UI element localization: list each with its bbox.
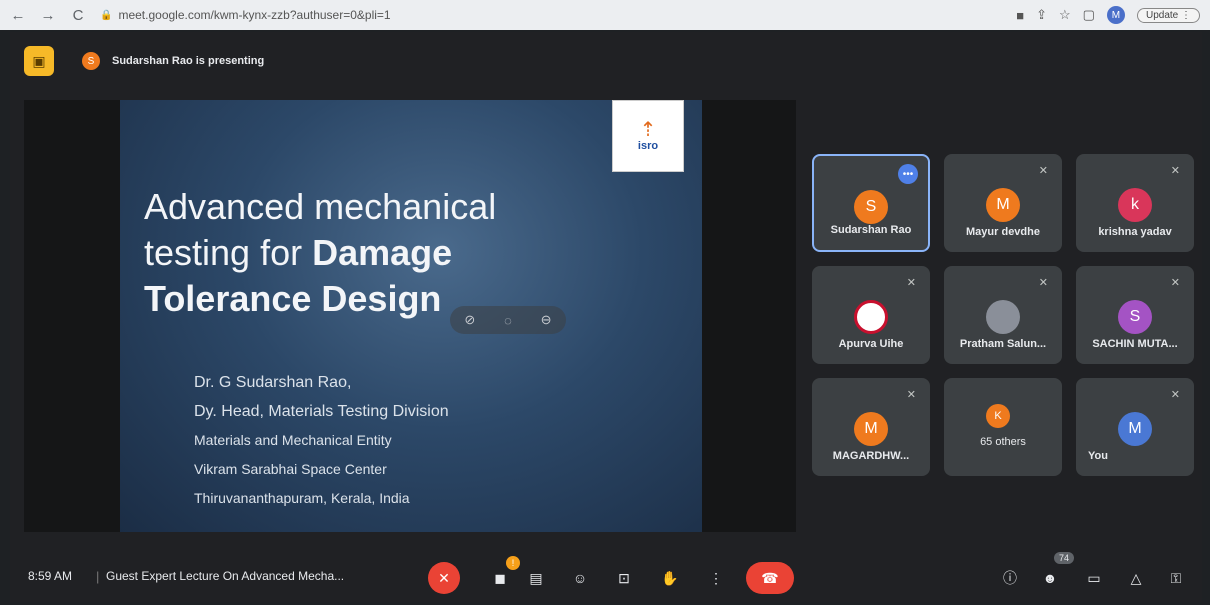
present-button[interactable]: ⊡ — [608, 562, 640, 594]
emoji-button[interactable]: ☺ — [564, 562, 596, 594]
remove-icon[interactable]: ⊖ — [541, 312, 552, 328]
title-line-1: Advanced mechanical — [144, 186, 497, 227]
presenting-status: Sudarshan Rao is presenting — [112, 55, 265, 67]
title-line-2-normal: testing for — [144, 232, 313, 273]
participant-tile[interactable]: ✕ S SACHIN MUTA... — [1076, 266, 1194, 364]
warning-badge: ! — [506, 556, 520, 570]
slide-title: Advanced mechanical testing for Damage T… — [144, 184, 644, 322]
info-line-3: Materials and Mechanical Entity — [194, 432, 392, 448]
mic-off-icon: ✕ — [906, 389, 916, 401]
pin-off-icon[interactable]: ⊘ — [464, 312, 475, 328]
clock: 8:59 AM — [28, 569, 73, 583]
url-text: meet.google.com/kwm-kynx-zzb?authuser=0&… — [118, 8, 391, 22]
presenter-bar: ▣ S Sudarshan Rao is presenting — [24, 46, 264, 76]
activities-button[interactable]: △ — [1120, 562, 1152, 594]
raise-hand-button[interactable]: ✋ — [654, 562, 686, 594]
avatar: M — [1118, 412, 1152, 446]
title-line-3: Tolerance Design — [144, 278, 442, 319]
mute-presenter-icon[interactable]: ◌ — [504, 313, 512, 328]
bottom-control-bar: 8:59 AM | Guest Expert Lecture On Advanc… — [10, 550, 1202, 602]
avatar: M — [854, 412, 888, 446]
mic-off-icon: ✕ — [1170, 389, 1180, 401]
people-count-badge: 74 — [1054, 552, 1075, 564]
back-icon[interactable]: ← — [10, 7, 26, 24]
participant-name: You — [1088, 450, 1108, 462]
mic-off-icon: ✕ — [1170, 277, 1180, 289]
mic-off-button[interactable]: ✕ — [428, 562, 460, 594]
participant-name: MAGARDHW... — [832, 450, 910, 462]
mic-off-icon: ✕ — [1170, 165, 1180, 177]
participant-name: Mayur devdhe — [966, 226, 1040, 238]
reload-icon[interactable]: C — [70, 7, 86, 24]
rocket-icon: ⇡ — [639, 119, 657, 141]
present-screen-icon[interactable]: ▣ — [24, 46, 54, 76]
title-line-2-bold: Damage — [312, 232, 453, 273]
info-line-5: Thiruvananthapuram, Kerala, India — [194, 490, 410, 506]
slide: ⇡ isro Advanced mechanical testing for D… — [120, 100, 702, 532]
profile-avatar[interactable]: M — [1106, 6, 1125, 24]
isro-logo: ⇡ isro — [612, 100, 684, 172]
meet-window: ▣ S Sudarshan Rao is presenting ⇡ isro A… — [10, 32, 1202, 602]
share-icon[interactable]: ⇪ — [1036, 7, 1047, 23]
info-line-2: Dy. Head, Materials Testing Division — [194, 403, 449, 420]
camera-button[interactable]: ◼! — [484, 556, 520, 594]
title-line-2: testing for Damage — [144, 230, 644, 276]
self-tile[interactable]: ✕ M You — [1076, 378, 1194, 476]
mic-off-icon: ✕ — [1038, 165, 1048, 177]
address-bar[interactable]: 🔒 meet.google.com/kwm-kynx-zzb?authuser=… — [100, 8, 1002, 22]
avatar: M — [986, 188, 1020, 222]
meeting-details-button[interactable]: ⓘ — [994, 562, 1026, 594]
presentation-hover-controls: ⊘ ◌ ⊖ — [450, 306, 566, 334]
profile-photo-avatar — [986, 300, 1020, 334]
bookmark-star-icon[interactable]: ☆ — [1059, 7, 1071, 23]
participant-tile[interactable]: ••• S Sudarshan Rao — [812, 154, 930, 252]
people-button[interactable]: ☻ — [1034, 562, 1066, 594]
info-line-4: Vikram Sarabhai Space Center — [194, 461, 387, 477]
participant-name: SACHIN MUTA... — [1092, 338, 1178, 350]
separator: | — [96, 568, 100, 584]
presentation-stage: ⇡ isro Advanced mechanical testing for D… — [24, 100, 796, 532]
host-controls-button[interactable]: ⚿ — [1160, 562, 1192, 594]
slide-info: Dr. G Sudarshan Rao, Dy. Head, Materials… — [194, 368, 449, 513]
forward-icon[interactable]: → — [40, 7, 56, 24]
lock-icon: 🔒 — [100, 9, 113, 21]
camera-icon[interactable]: ■ — [1016, 8, 1024, 23]
others-tile[interactable]: K 65 others — [944, 378, 1062, 476]
chat-button[interactable]: ▭ — [1078, 562, 1110, 594]
others-count: 65 others — [980, 436, 1026, 448]
participant-tile[interactable]: ✕ M Mayur devdhe — [944, 154, 1062, 252]
profile-photo-avatar — [854, 300, 888, 334]
meeting-title: Guest Expert Lecture On Advanced Mecha..… — [106, 569, 345, 583]
update-button[interactable]: Update ⋮ — [1136, 7, 1200, 23]
logo-text: isro — [637, 140, 659, 152]
update-label: Update — [1145, 9, 1179, 21]
participant-name: krishna yadav — [1098, 226, 1172, 238]
leave-call-button[interactable]: ☎ — [746, 562, 794, 594]
mic-off-icon: ✕ — [1038, 277, 1048, 289]
participant-tile[interactable]: ✕ Apurva Uihe — [812, 266, 930, 364]
more-options-button[interactable]: ⋮ — [700, 562, 732, 594]
participant-name: Apurva Uihe — [838, 338, 904, 350]
participant-tile[interactable]: ✕ M MAGARDHW... — [812, 378, 930, 476]
participant-name: Sudarshan Rao — [830, 224, 912, 236]
avatar: k — [1118, 188, 1152, 222]
avatar: S — [854, 190, 888, 224]
avatar: S — [1118, 300, 1152, 334]
info-line-1: Dr. G Sudarshan Rao, — [194, 374, 352, 391]
browser-toolbar: ← → C 🔒 meet.google.com/kwm-kynx-zzb?aut… — [0, 0, 1210, 30]
mic-off-icon: ✕ — [906, 277, 916, 289]
participant-tile[interactable]: ✕ k krishna yadav — [1076, 154, 1194, 252]
participant-tile[interactable]: ✕ Pratham Salun... — [944, 266, 1062, 364]
window-icon[interactable]: ▢ — [1083, 7, 1095, 23]
more-options-icon[interactable]: ••• — [898, 164, 918, 184]
captions-button[interactable]: ▤ — [520, 562, 552, 594]
presenter-avatar: S — [82, 52, 100, 70]
participant-name: Pratham Salun... — [959, 338, 1047, 350]
avatar: K — [986, 404, 1010, 428]
